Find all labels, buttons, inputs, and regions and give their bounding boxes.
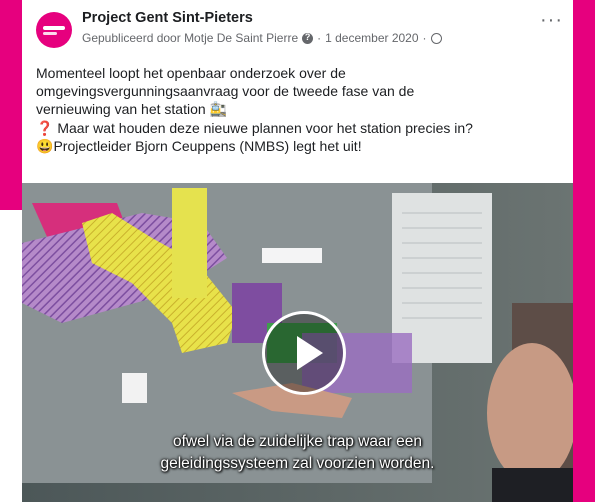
post-text-line: Momenteel loopt het openbaar onderzoek o… [36, 65, 346, 81]
brand-border-right [573, 0, 595, 502]
post-text-line-body: Projectleider Bjorn Ceuppens (NMBS) legt… [53, 137, 362, 154]
plan-white-strip [262, 248, 322, 263]
published-by: Gepubliceerd door Motje De Saint Pierre [82, 31, 299, 45]
video-subtitles: ofwel via de zuidelijke trap waar een ge… [22, 431, 573, 475]
more-options-icon[interactable]: ··· [540, 10, 563, 30]
page-name[interactable]: Project Gent Sint-Pieters [82, 10, 253, 26]
post-text-line: omgevingsvergunningsaanvraag voor de twe… [36, 83, 415, 100]
post-header: Project Gent Sint-Pieters Gepubliceerd d… [30, 10, 565, 50]
info-icon[interactable] [302, 32, 314, 44]
post-date[interactable]: 1 december 2020 [325, 31, 418, 45]
avatar-logo-mark [43, 26, 65, 30]
brand-border-left [0, 0, 22, 210]
post-text-line-body: Maar wat houden deze nieuwe plannen voor… [57, 119, 473, 136]
plan-white-block [122, 373, 147, 403]
post-card: Project Gent Sint-Pieters Gepubliceerd d… [22, 0, 573, 502]
subtitle-line: geleidingssysteem zal voorzien worden. [160, 455, 435, 472]
post-text-line: 😃Projectleider Bjorn Ceuppens (NMBS) leg… [36, 137, 568, 155]
question-icon: ❓ [36, 119, 54, 136]
globe-icon [430, 32, 442, 44]
post-meta: Gepubliceerd door Motje De Saint Pierre … [82, 31, 442, 45]
smiley-icon: 😃 [36, 137, 54, 154]
video-player[interactable]: ofwel via de zuidelijke trap waar een ge… [22, 183, 573, 502]
subtitle-line: ofwel via de zuidelijke trap waar een [173, 433, 422, 450]
plan-yellow-strip [172, 188, 207, 298]
post-text: Momenteel loopt het openbaar onderzoek o… [36, 64, 568, 155]
avatar-logo-mark-2 [43, 32, 57, 35]
post-text-line: vernieuwing van het station 🚉 [36, 101, 227, 118]
post-text-line: ❓ Maar wat houden deze nieuwe plannen vo… [36, 119, 568, 137]
meta-separator: · [317, 31, 322, 45]
play-icon[interactable] [262, 311, 346, 395]
page-avatar[interactable] [36, 12, 72, 48]
meta-separator-2: · [422, 31, 427, 45]
